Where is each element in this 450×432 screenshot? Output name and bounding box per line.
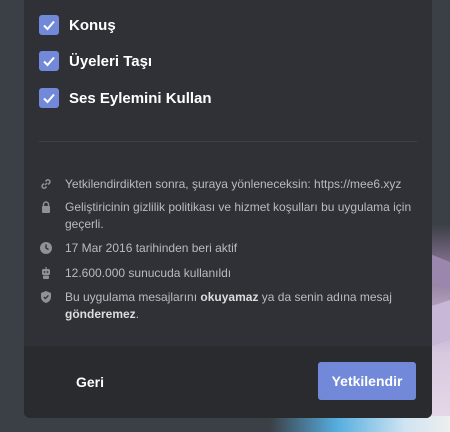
info-messages: Bu uygulama mesajlarını okuyamaz ya da s… [39, 289, 417, 323]
info-text: Bu uygulama mesajlarını okuyamaz ya da s… [65, 289, 417, 323]
authorize-button[interactable]: Yetkilendir [318, 362, 416, 400]
divider [39, 141, 417, 142]
background-strip [0, 416, 450, 432]
info-active-since: 17 Mar 2016 tarihinden beri aktif [39, 240, 417, 257]
info-text: 12.600.000 sunucuda kullanıldı [65, 266, 232, 280]
permission-label: Ses Eylemini Kullan [69, 89, 212, 107]
authorization-modal: Konuş Üyeleri Taşı Ses Eylemini Kullan Y… [24, 0, 432, 418]
info-text-part: ya da senin adına mesaj [261, 290, 392, 304]
info-text-bold: gönderemez [65, 307, 136, 321]
lock-icon [42, 201, 50, 213]
checkbox-checked-icon[interactable] [39, 51, 59, 71]
robot-icon [42, 267, 50, 279]
info-text-part: . [135, 307, 140, 321]
permission-label: Üyeleri Taşı [69, 52, 153, 70]
info-servers: 12.600.000 sunucuda kullanıldı [39, 265, 417, 282]
clock-icon [40, 242, 52, 254]
info-text-bold: okuyamaz [200, 290, 259, 304]
checkbox-checked-icon[interactable] [39, 15, 59, 35]
permission-row-voice-activity[interactable]: Ses Eylemini Kullan [39, 87, 212, 109]
info-text: 17 Mar 2016 tarihinden beri aktif [65, 241, 238, 255]
modal-footer: Geri Yetkilendir [24, 346, 432, 418]
info-text: Geliştiricinin gizlilik politikası ve hi… [65, 200, 412, 231]
checkbox-checked-icon[interactable] [39, 88, 59, 108]
info-text-part: Bu uygulama mesajlarını [65, 290, 198, 304]
permission-row-move-members[interactable]: Üyeleri Taşı [39, 50, 152, 72]
back-button[interactable]: Geri [76, 368, 104, 396]
shield-icon [41, 291, 51, 303]
info-text: Yetkilendirdikten sonra, şuraya yönlenec… [65, 177, 402, 191]
permission-row-speak[interactable]: Konuş [39, 14, 116, 36]
info-redirect: Yetkilendirdikten sonra, şuraya yönlenec… [39, 176, 417, 193]
permission-label: Konuş [69, 16, 116, 34]
info-privacy: Geliştiricinin gizlilik politikası ve hi… [39, 199, 417, 233]
link-icon [41, 179, 51, 189]
